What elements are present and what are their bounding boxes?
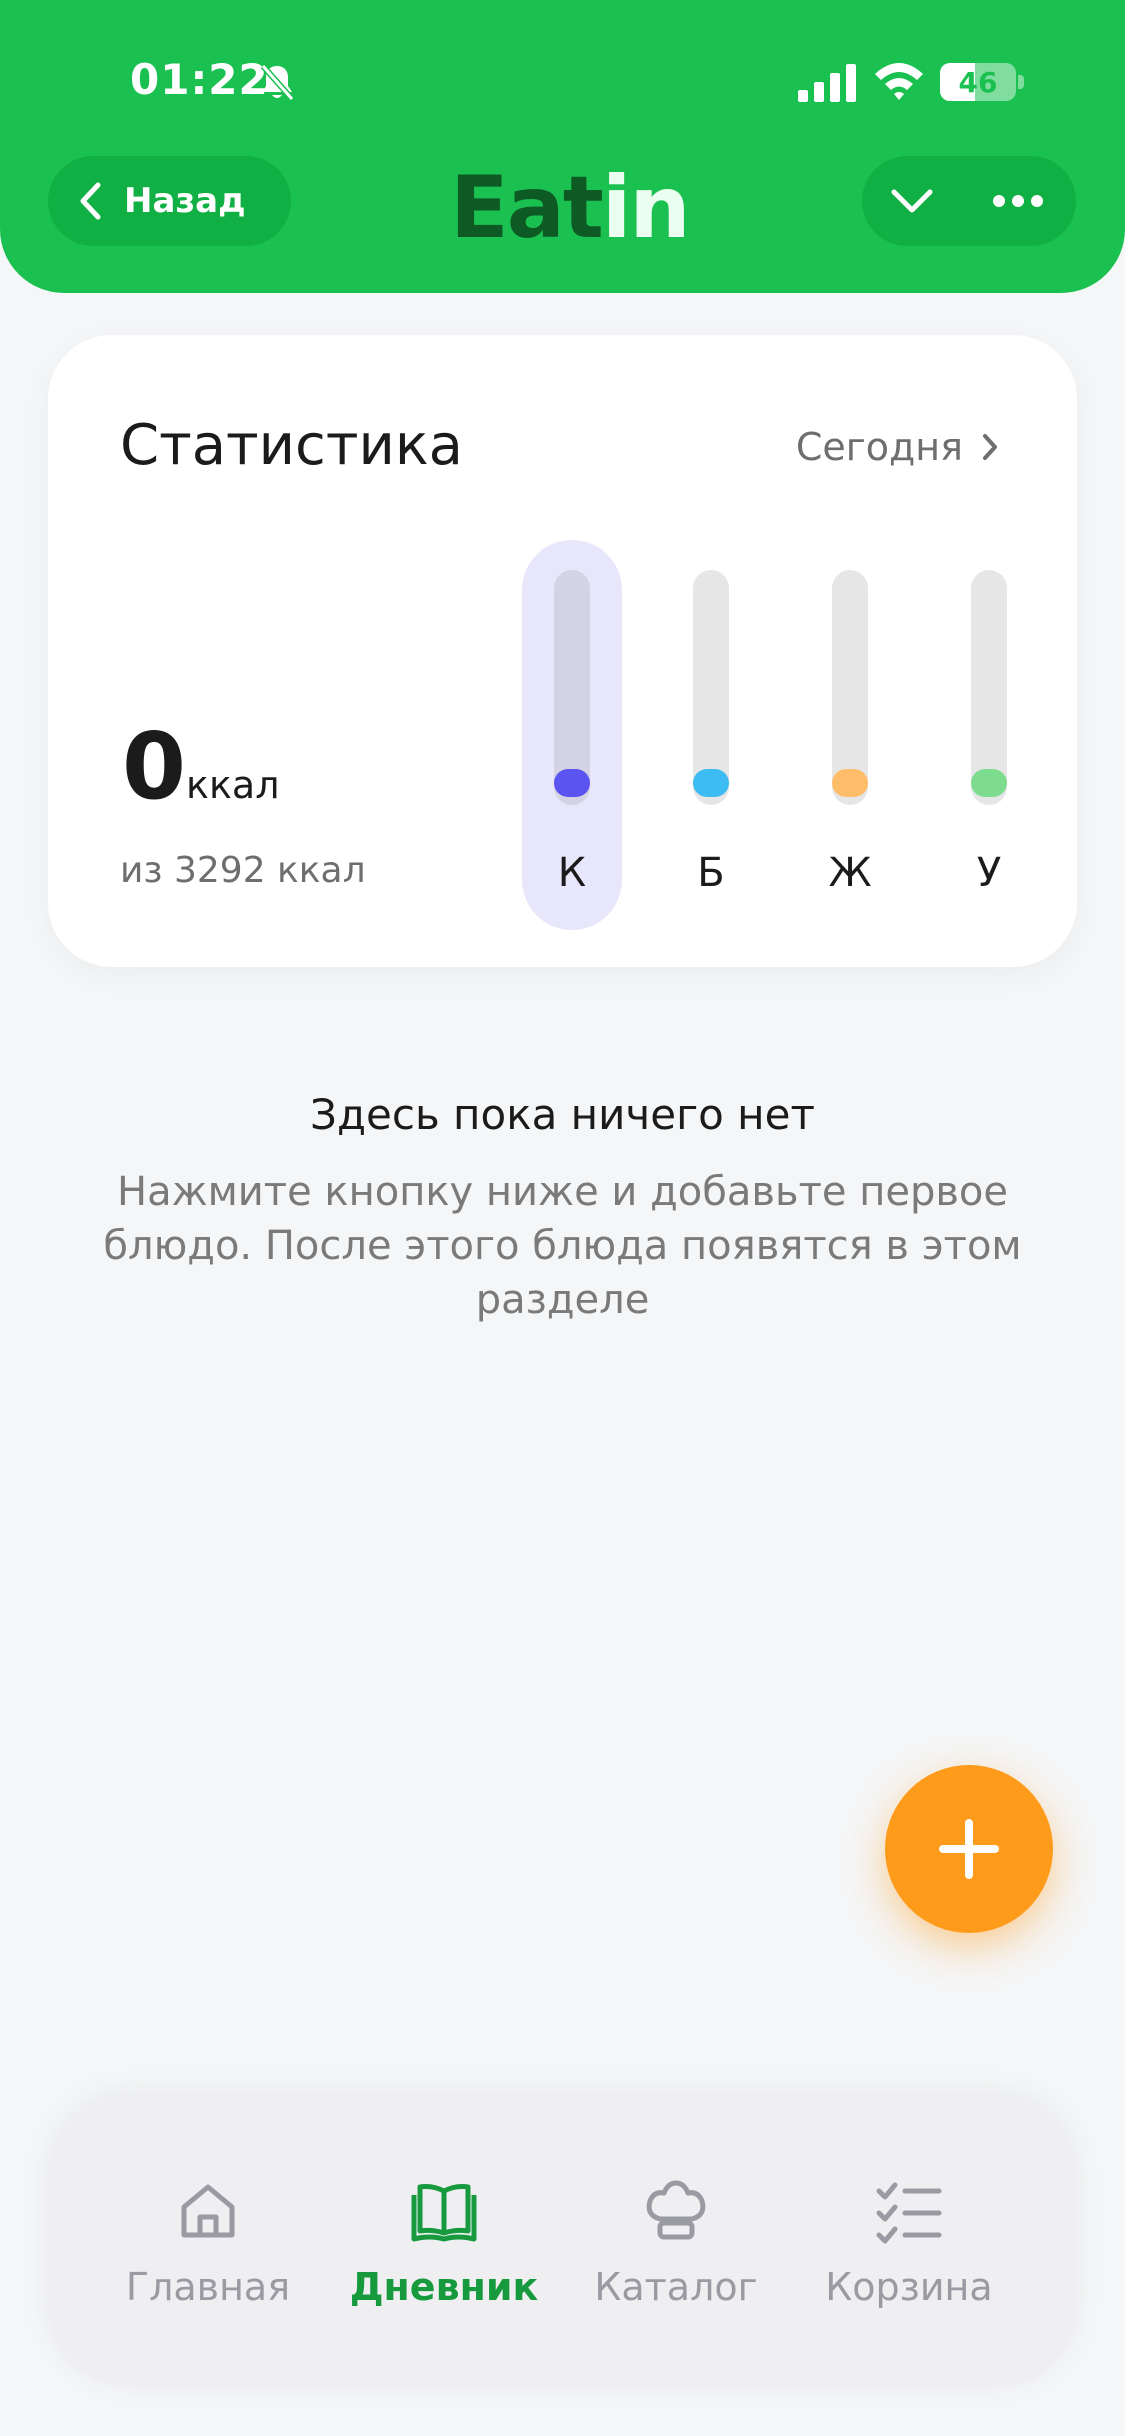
bar-indicator [554, 769, 590, 797]
bar-indicator [832, 769, 868, 797]
empty-state-title: Здесь пока ничего нет [310, 1090, 815, 1139]
cellular-signal-icon [798, 64, 856, 102]
macro-bar-fat[interactable]: Ж [800, 540, 900, 930]
checklist-icon [876, 2182, 942, 2244]
nav-label: Главная [125, 2265, 291, 2309]
logo-part-eat: Eat [450, 158, 604, 258]
add-dish-button[interactable] [885, 1765, 1053, 1933]
nav-item-diary[interactable]: Дневник [334, 2175, 554, 2325]
period-label: Сегодня [795, 425, 963, 469]
status-time: 01:22 [130, 55, 269, 104]
nav-item-home[interactable]: Главная [98, 2175, 318, 2325]
chevron-right-icon [983, 434, 997, 460]
bar-indicator [971, 769, 1007, 797]
nav-item-cart[interactable]: Корзина [799, 2175, 1019, 2325]
chevron-down-icon[interactable] [890, 186, 934, 216]
nav-label: Каталог [594, 2265, 758, 2309]
period-selector[interactable]: Сегодня [796, 425, 999, 469]
bar-indicator [693, 769, 729, 797]
chevron-left-icon [80, 182, 101, 220]
more-dots-icon[interactable] [992, 194, 1044, 208]
bar-label: Ж [828, 850, 872, 896]
home-icon [181, 2184, 235, 2238]
kcal-unit: ккал [186, 763, 280, 807]
book-icon [411, 2184, 477, 2242]
bell-off-icon [260, 64, 295, 101]
battery-cap [1018, 75, 1024, 89]
bottom-navigation: Главная Дневник Каталог Корзина [48, 2095, 1077, 2387]
back-button[interactable]: Назад [48, 156, 291, 246]
bar-label: У [976, 850, 1002, 896]
app-header: 01:22 46 Назад Eat in [0, 0, 1125, 293]
kcal-goal: из 3292 ккал [120, 850, 366, 891]
bar-label: Б [697, 850, 725, 896]
wifi-icon [875, 63, 923, 100]
battery-indicator: 46 [940, 63, 1016, 101]
statistics-title: Статистика [120, 413, 463, 478]
bar-label: К [557, 850, 587, 896]
kcal-number: 0 [122, 713, 186, 820]
statistics-card: Статистика Сегодня 0 ккал из 3292 ккал К… [48, 335, 1077, 967]
nav-label: Дневник [349, 2265, 539, 2309]
macro-bar-calories[interactable]: К [522, 540, 622, 930]
macro-bar-carbs[interactable]: У [939, 540, 1039, 930]
nav-item-catalog[interactable]: Каталог [566, 2175, 786, 2325]
back-button-label: Назад [124, 181, 246, 221]
battery-level-text: 46 [958, 65, 998, 99]
nav-label: Корзина [825, 2265, 993, 2309]
macro-bar-protein[interactable]: Б [661, 540, 761, 930]
empty-state-description: Нажмите кнопку ниже и добавьте первое бл… [103, 1169, 1022, 1323]
app-logo: Eat in [450, 158, 691, 258]
plus-icon [939, 1819, 999, 1879]
logo-part-in: in [601, 158, 691, 258]
kcal-consumed: 0 ккал [122, 713, 280, 820]
header-actions [862, 156, 1076, 246]
chef-hat-icon [646, 2180, 706, 2240]
